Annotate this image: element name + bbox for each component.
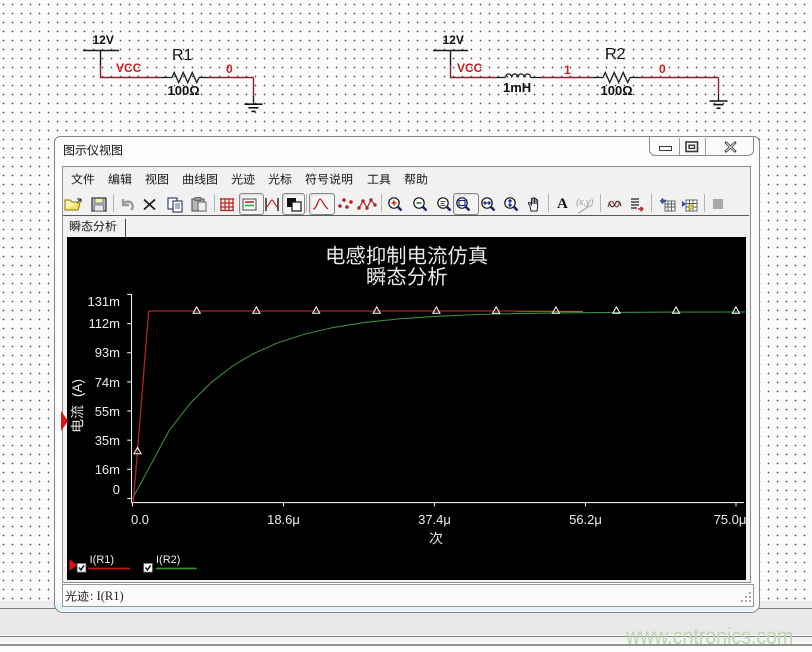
svg-text:I(R2): I(R2) — [156, 554, 180, 566]
svg-text:I(R1): I(R1) — [90, 554, 114, 566]
